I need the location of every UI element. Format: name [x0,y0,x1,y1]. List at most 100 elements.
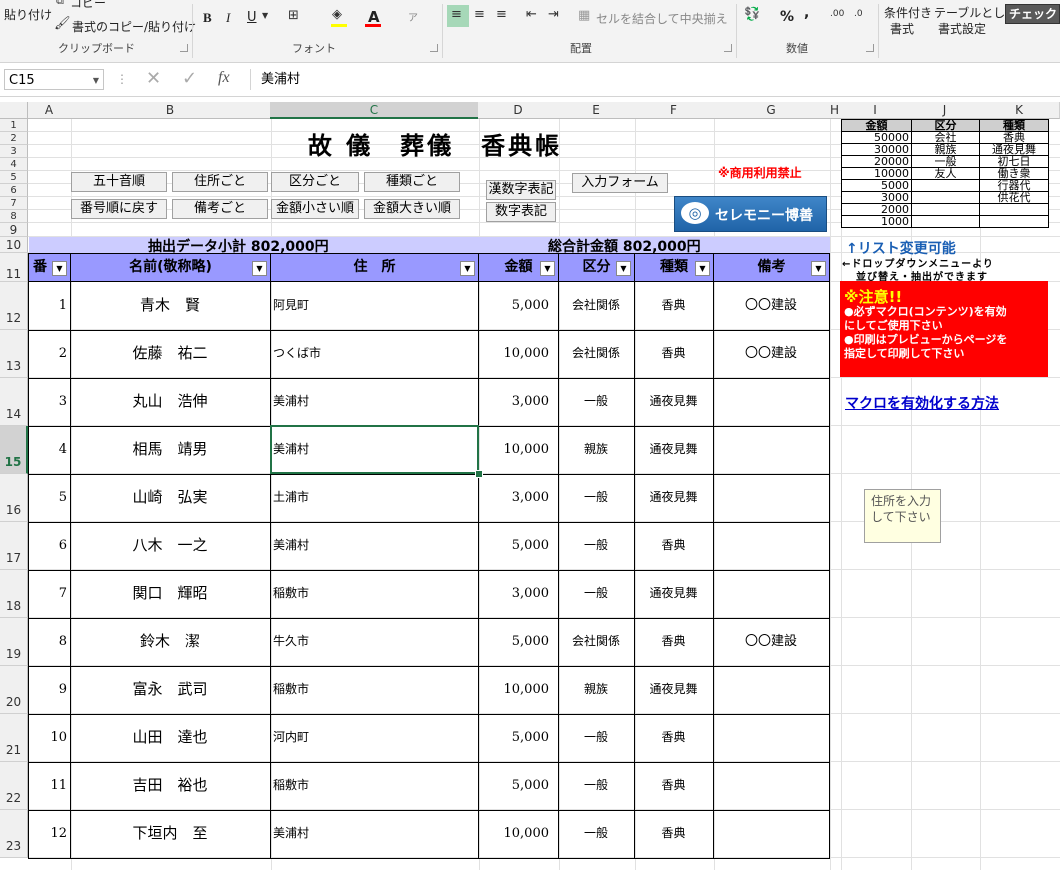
cell-address[interactable]: つくば市 [270,330,479,379]
decrease-indent-icon[interactable]: ⇤ [526,7,537,22]
lookup-cell-types[interactable]: 働き衆 [979,167,1049,180]
cell-name[interactable]: 山崎 弘実 [70,474,271,523]
cell-no[interactable]: 10 [28,714,71,763]
cell-amount[interactable]: 5,000 [478,762,559,811]
cell-no[interactable]: 6 [28,522,71,571]
cell-amount[interactable]: 5,000 [478,282,559,331]
cell-type[interactable]: 香典 [634,762,714,811]
lookup-cell-types[interactable]: 香典 [979,131,1049,144]
currency-icon[interactable]: 💱 [744,7,760,22]
cell-amount[interactable]: 10,000 [478,810,559,859]
cell-remarks[interactable]: 〇〇建設 [713,618,830,667]
row-header-15[interactable]: 15 [0,426,28,474]
merge-center-button[interactable]: セルを結合して中央揃え [596,10,728,27]
cell-name[interactable]: 丸山 浩伸 [70,378,271,427]
column-header-a[interactable]: A [28,102,71,119]
row-header-12[interactable]: 12 [0,282,28,330]
cell-name[interactable]: 鈴木 潔 [70,618,271,667]
cell-type[interactable]: 通夜見舞 [634,666,714,715]
alignment-launcher-icon[interactable] [724,44,732,52]
amount-asc-button[interactable]: 金額小さい順 [271,199,359,219]
cell-type[interactable]: 香典 [634,522,714,571]
column-header-f[interactable]: F [634,102,714,119]
cell-name[interactable]: 吉田 裕也 [70,762,271,811]
cell-name[interactable]: 関口 輝昭 [70,570,271,619]
row-header-3[interactable]: 3 [0,145,28,158]
column-header-j[interactable]: J [910,102,980,119]
lookup-cell-amounts[interactable]: 20000 [841,155,912,168]
cell-category[interactable]: 一般 [558,714,635,763]
increase-indent-icon[interactable]: ⇥ [548,7,559,22]
cell-no[interactable]: 4 [28,426,71,475]
lookup-cell-amounts[interactable]: 10000 [841,167,912,180]
comma-button[interactable]: , [804,5,809,21]
cell-address[interactable]: 美浦村 [270,378,479,427]
cell-no[interactable]: 12 [28,810,71,859]
column-header-c[interactable]: C [270,102,479,119]
cell-type[interactable]: 香典 [634,618,714,667]
align-right-icon[interactable]: ≡ [496,7,507,22]
name-box[interactable]: C15 ▼ [4,69,104,90]
lookup-cell-types[interactable] [979,203,1049,216]
cell-no[interactable]: 9 [28,666,71,715]
row-header-1[interactable]: 1 [0,119,28,132]
column-header-e[interactable]: E [558,102,635,119]
lookup-cell-types[interactable]: 行器代 [979,179,1049,192]
chevron-down-icon[interactable]: ▼ [93,70,99,91]
cell-remarks[interactable]: 〇〇建設 [713,282,830,331]
row-header-10[interactable]: 10 [0,237,28,253]
cell-address[interactable]: 稲敷市 [270,570,479,619]
cell-category[interactable]: 会社関係 [558,330,635,379]
lookup-cell-categories[interactable] [911,179,980,192]
merge-icon[interactable]: ▦ [578,8,590,23]
cell-no[interactable]: 11 [28,762,71,811]
cell-type[interactable]: 香典 [634,810,714,859]
cell-remarks[interactable] [713,810,830,859]
cell-name[interactable]: 青木 賢 [70,282,271,331]
cell-amount[interactable]: 10,000 [478,666,559,715]
cell-no[interactable]: 2 [28,330,71,379]
copy-button[interactable]: コピー [70,0,106,11]
cell-type[interactable]: 香典 [634,330,714,379]
lookup-cell-types[interactable]: 通夜見舞 [979,143,1049,156]
fill-handle[interactable] [475,470,483,478]
cell-amount[interactable]: 3,000 [478,474,559,523]
cell-name[interactable]: 相馬 靖男 [70,426,271,475]
underline-button[interactable]: U [247,10,257,25]
cell-no[interactable]: 7 [28,570,71,619]
lookup-cell-amounts[interactable]: 3000 [841,191,912,204]
cell-category[interactable]: 一般 [558,378,635,427]
conditional-format-button[interactable]: 条件付き [884,4,932,21]
lookup-cell-amounts[interactable]: 2000 [841,203,912,216]
align-left-icon[interactable]: ≡ [451,7,462,22]
font-launcher-icon[interactable] [430,44,438,52]
cell-type[interactable]: 香典 [634,714,714,763]
filter-dropdown-icon[interactable]: ▼ [460,261,475,276]
cell-category[interactable]: 一般 [558,474,635,523]
cell-address[interactable]: 稲敷市 [270,762,479,811]
by-address-button[interactable]: 住所ごと [172,172,268,192]
phonetic-icon[interactable]: ア [408,9,418,24]
cell-type[interactable]: 通夜見舞 [634,426,714,475]
clipboard-launcher-icon[interactable] [180,44,188,52]
kanji-numerals-button[interactable]: 漢数字表記 [486,180,556,200]
cell-address[interactable]: 牛久市 [270,618,479,667]
row-header-2[interactable]: 2 [0,132,28,145]
align-center-icon[interactable]: ≡ [474,7,485,22]
cell-remarks[interactable] [713,474,830,523]
cell-no[interactable]: 5 [28,474,71,523]
lookup-cell-amounts[interactable]: 30000 [841,143,912,156]
format-painter-button[interactable]: 書式のコピー/貼り付け [72,18,196,35]
filter-dropdown-icon[interactable]: ▼ [811,261,826,276]
row-header-8[interactable]: 8 [0,210,28,223]
cell-no[interactable]: 1 [28,282,71,331]
filter-dropdown-icon[interactable]: ▼ [695,261,710,276]
row-header-7[interactable]: 7 [0,197,28,210]
column-header-k[interactable]: K [979,102,1060,119]
cell-address[interactable]: 稲敷市 [270,666,479,715]
digit-numerals-button[interactable]: 数字表記 [486,202,556,222]
cell-amount[interactable]: 5,000 [478,618,559,667]
cell-type[interactable]: 香典 [634,282,714,331]
amount-desc-button[interactable]: 金額大きい順 [364,199,460,219]
lookup-cell-categories[interactable]: 会社 [911,131,980,144]
